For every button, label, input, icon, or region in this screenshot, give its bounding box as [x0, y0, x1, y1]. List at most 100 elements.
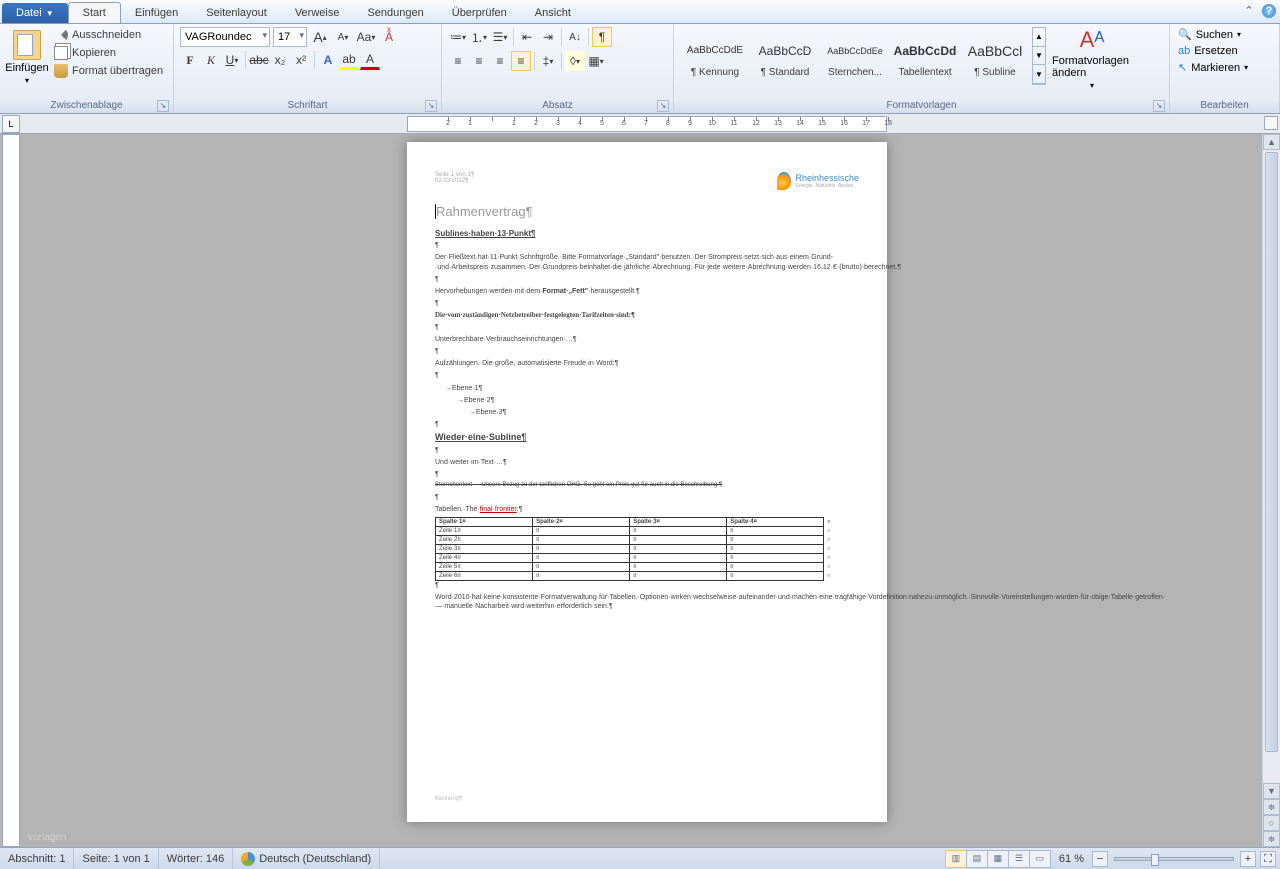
scroll-up-icon[interactable]: ▲ [1263, 134, 1280, 150]
shrink-font-button[interactable]: A▾ [333, 27, 353, 47]
subline: Sublines·haben·13·Punkt¶ [435, 229, 859, 239]
group-label: Absatz↘ [448, 100, 667, 113]
body-text: Aufzählungen.·Die·große,·automatisierte·… [435, 359, 859, 368]
view-buttons: ▥ ▤ ▦ ☰ ▭ [946, 850, 1051, 868]
prev-page-icon[interactable]: ≑ [1263, 799, 1280, 815]
zoom-level[interactable]: 61 % [1051, 848, 1092, 869]
table-header: Spalte·4¤ [727, 517, 824, 526]
tab-review[interactable]: Überprüfen [438, 3, 521, 23]
justify-button[interactable]: ≡ [511, 51, 531, 71]
grow-font-button[interactable]: A▴ [310, 27, 330, 47]
status-section[interactable]: Abschnitt: 1 [0, 848, 74, 869]
body-text: Sternchentext — Unsere Bezug zu der tari… [435, 482, 859, 490]
font-name-combo[interactable]: VAGRoundec [180, 27, 270, 47]
zoom-out-button[interactable]: − [1092, 851, 1108, 867]
scroll-thumb[interactable] [1265, 152, 1278, 752]
tab-start[interactable]: Start [68, 2, 121, 23]
tab-pagelayout[interactable]: Seitenlayout [192, 3, 281, 23]
multilevel-button[interactable]: ☰▾ [490, 27, 510, 47]
status-language[interactable]: Deutsch (Deutschland) [233, 848, 380, 869]
dialog-launcher-icon[interactable]: ↘ [1153, 100, 1165, 112]
document-page[interactable]: Seite·1·von·1¶ 02.03.2012¶ Rheinhessisch… [407, 142, 887, 822]
copy-button[interactable]: Kopieren [52, 45, 165, 61]
italic-button[interactable]: K [201, 50, 221, 70]
subscript-button[interactable]: x₂ [270, 50, 290, 70]
print-layout-view[interactable]: ▥ [945, 850, 967, 868]
group-label: Bearbeiten [1176, 100, 1273, 113]
shading-button[interactable]: ◊▾ [565, 51, 585, 71]
line-spacing-button[interactable]: ‡▾ [538, 51, 558, 71]
align-right-button[interactable]: ≡ [490, 51, 510, 71]
tab-view[interactable]: Ansicht [521, 3, 585, 23]
tab-references[interactable]: Verweise [281, 3, 354, 23]
chevron-down-icon[interactable]: ▼ [1033, 47, 1045, 66]
find-button[interactable]: 🔍Suchen▾ [1176, 27, 1273, 42]
scroll-down-icon[interactable]: ▼ [1263, 783, 1280, 799]
web-layout-view[interactable]: ▦ [987, 850, 1009, 868]
style-gallery-scroll[interactable]: ▲▼▼ [1032, 27, 1046, 85]
dialog-launcher-icon[interactable]: ↘ [157, 100, 169, 112]
replace-button[interactable]: abErsetzen [1176, 44, 1273, 58]
pilcrow-button[interactable]: ¶ [592, 27, 612, 47]
tab-mailings[interactable]: Sendungen [353, 3, 437, 23]
paste-button[interactable]: Einfügen▾ [6, 27, 48, 100]
style-subline[interactable]: AaBbCcl¶ Subline [960, 27, 1030, 85]
vertical-ruler[interactable] [2, 134, 20, 847]
status-words[interactable]: Wörter: 146 [159, 848, 233, 869]
dedent-button[interactable]: ⇤ [517, 27, 537, 47]
clear-format-button[interactable]: Aͯ [379, 27, 399, 47]
zoom-knob[interactable] [1151, 854, 1159, 866]
font-color-button[interactable]: A [360, 50, 380, 70]
highlight-button[interactable]: ab [339, 50, 359, 70]
fullscreen-button[interactable]: ⛶ [1260, 851, 1276, 867]
cut-button[interactable]: Ausschneiden [52, 27, 165, 43]
style-standard[interactable]: AaBbCcD¶ Standard [750, 27, 820, 85]
group-label: Formatvorlagen↘ [680, 100, 1163, 113]
browse-object-icon[interactable]: ○ [1263, 815, 1280, 831]
ruler-toggle[interactable] [1264, 116, 1278, 130]
bold-button[interactable]: F [180, 50, 200, 70]
borders-button[interactable]: ▦▾ [586, 51, 606, 71]
dialog-launcher-icon[interactable]: ↘ [425, 100, 437, 112]
zoom-in-button[interactable]: + [1240, 851, 1256, 867]
select-button[interactable]: ↖Markieren▾ [1176, 60, 1273, 75]
next-page-icon[interactable]: ≑ [1263, 831, 1280, 847]
chevron-up-icon[interactable]: ▲ [1033, 28, 1045, 47]
body-text: Die·vom·zuständigen·Netzbetreiber·festge… [435, 311, 859, 320]
body-text: Unterbrechbare·Verbrauchseinrichtungen·…… [435, 335, 859, 344]
strike-button[interactable]: abc [249, 50, 269, 70]
tab-insert[interactable]: Einfügen [121, 3, 192, 23]
draft-view[interactable]: ▭ [1029, 850, 1051, 868]
align-left-button[interactable]: ≡ [448, 51, 468, 71]
copy-icon [54, 46, 68, 60]
horizontal-ruler[interactable]: 21123456789101112131415161718 [407, 116, 887, 132]
sort-button[interactable]: A↓ [565, 27, 585, 47]
tab-selector[interactable]: L [2, 115, 20, 133]
indent-button[interactable]: ⇥ [538, 27, 558, 47]
numbering-button[interactable]: ⒈▾ [469, 27, 489, 47]
style-kennung[interactable]: AaBbCcDdE¶ Kennung [680, 27, 750, 85]
outline-view[interactable]: ☰ [1008, 850, 1030, 868]
text-effects-button[interactable]: A [318, 50, 338, 70]
format-painter-button[interactable]: Format übertragen [52, 63, 165, 79]
help-icon[interactable]: ? [1262, 4, 1276, 18]
status-page[interactable]: Seite: 1 von 1 [74, 848, 158, 869]
style-tabellentext[interactable]: AaBbCcDdTabellentext [890, 27, 960, 85]
style-sternchen[interactable]: AaBbCcDdEeSternchen... [820, 27, 890, 85]
minimize-ribbon-icon[interactable]: ⌃ [1242, 4, 1256, 18]
expand-icon[interactable]: ▼ [1033, 65, 1045, 84]
file-tab[interactable]: Datei▼ [2, 3, 68, 23]
logo: RheinhessischeEnergie. Natürlich. Besser… [777, 172, 859, 190]
superscript-button[interactable]: x² [291, 50, 311, 70]
zoom-slider[interactable] [1114, 857, 1234, 861]
change-case-button[interactable]: Aa▾ [356, 27, 376, 47]
change-styles-button[interactable]: Aᴬ Formatvorlagen ändern▾ [1052, 27, 1132, 90]
vertical-scrollbar[interactable]: ▲ ▼ ≑ ○ ≑ [1262, 134, 1280, 847]
align-center-button[interactable]: ≡ [469, 51, 489, 71]
underline-button[interactable]: U▾ [222, 50, 242, 70]
fullscreen-view[interactable]: ▤ [966, 850, 988, 868]
font-size-combo[interactable]: 17 [273, 27, 307, 47]
dialog-launcher-icon[interactable]: ↘ [657, 100, 669, 112]
bullets-button[interactable]: ≔▾ [448, 27, 468, 47]
table-row: Zeile·6¤¤¤¤¤ [436, 571, 859, 580]
